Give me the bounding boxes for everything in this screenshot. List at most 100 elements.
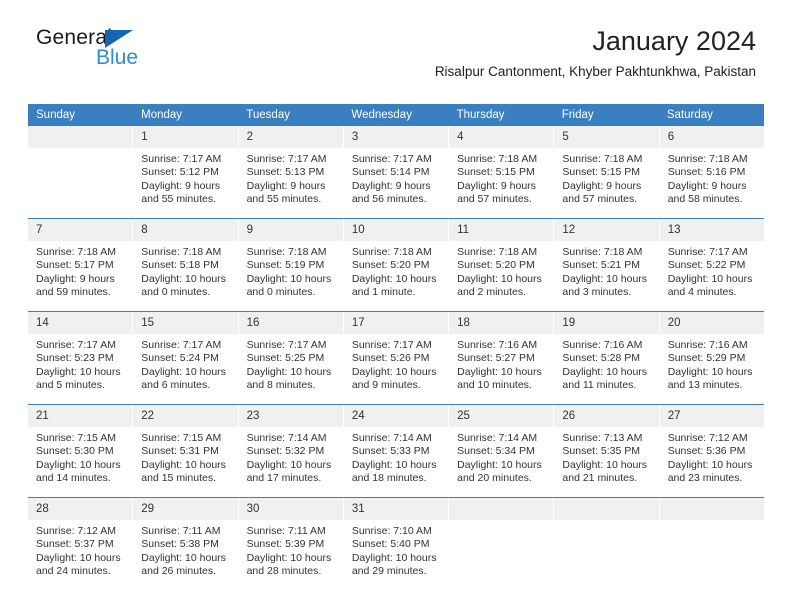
day-number: 7 [28,219,133,241]
sunrise-text: Sunrise: 7:12 AM [36,525,116,537]
sunset-text: Sunset: 5:31 PM [141,445,219,458]
day-details: Sunrise: 7:16 AM Sunset: 5:27 PM Daylight:… [449,334,553,399]
calendar-day-cell[interactable]: 18 Sunrise: 7:16 AM Sunset: 5:27 PM Dayligh… [449,312,555,404]
day-number: 13 [659,219,764,241]
calendar-day-cell[interactable]: 17 Sunrise: 7:17 AM Sunset: 5:26 PM Dayligh… [343,312,450,404]
daylight-text: Daylight: 10 hours and 26 minutes. [141,551,226,578]
day-details: Sunrise: 7:18 AM Sunset: 5:15 PM Daylight:… [554,148,658,213]
calendar-day-cell[interactable]: 11 Sunrise: 7:18 AM Sunset: 5:20 PM Dayligh… [449,219,555,311]
calendar-day-cell[interactable]: 6 Sunrise: 7:18 AM Sunset: 5:16 PM Daylight… [659,126,764,218]
sunset-text: Sunset: 5:32 PM [246,445,325,458]
sunset-text: Sunset: 5:14 PM [351,166,430,179]
daylight-text: Daylight: 10 hours and 2 minutes. [457,272,542,299]
daylight-text: Daylight: 10 hours and 8 minutes. [246,365,332,392]
sunset-text: Sunset: 5:39 PM [246,538,325,551]
day-number: 29 [133,498,238,520]
sunset-text: Sunset: 5:13 PM [246,166,325,179]
sunrise-text: Sunrise: 7:14 AM [246,432,327,444]
sunset-text: Sunset: 5:27 PM [457,352,535,365]
day-number: 28 [28,498,133,520]
daylight-text: Daylight: 10 hours and 20 minutes. [457,458,542,485]
day-details: Sunrise: 7:12 AM Sunset: 5:37 PM Daylight:… [28,520,132,585]
calendar-day-cell[interactable]: 9 Sunrise: 7:18 AM Sunset: 5:19 PM Daylight… [238,219,344,311]
day-details: Sunrise: 7:11 AM Sunset: 5:38 PM Daylight:… [133,520,237,585]
daylight-text: Daylight: 9 hours and 58 minutes. [667,179,747,206]
calendar-day-cell[interactable]: 4 Sunrise: 7:18 AM Sunset: 5:15 PM Daylight… [449,126,555,218]
calendar-day-cell[interactable]: 27 Sunrise: 7:12 AM Sunset: 5:36 PM Dayligh… [659,405,764,497]
day-details: Sunrise: 7:16 AM Sunset: 5:28 PM Daylight:… [554,334,658,399]
calendar-day-cell[interactable]: 1 Sunrise: 7:17 AM Sunset: 5:12 PM Daylight… [133,126,239,218]
calendar-day-cell[interactable]: 21 Sunrise: 7:15 AM Sunset: 5:30 PM Dayligh… [28,405,134,497]
calendar-day-cell[interactable]: 7 Sunrise: 7:18 AM Sunset: 5:17 PM Daylight… [28,219,134,311]
calendar-day-cell[interactable]: 25 Sunrise: 7:14 AM Sunset: 5:34 PM Dayligh… [449,405,555,497]
calendar-day-cell[interactable]: 29 Sunrise: 7:11 AM Sunset: 5:38 PM Dayligh… [133,498,239,590]
sunset-text: Sunset: 5:29 PM [667,352,746,365]
daylight-text: Daylight: 10 hours and 6 minutes. [141,365,226,392]
calendar-week-row: 1 Sunrise: 7:17 AM Sunset: 5:12 PM Daylight… [28,126,764,218]
daylight-text: Daylight: 10 hours and 23 minutes. [667,458,753,485]
sunrise-text: Sunrise: 7:18 AM [562,246,643,258]
day-number: 23 [238,405,343,427]
calendar-day-cell[interactable]: 8 Sunrise: 7:18 AM Sunset: 5:18 PM Daylight… [133,219,239,311]
sunset-text: Sunset: 5:15 PM [457,166,535,179]
daylight-text: Daylight: 10 hours and 0 minutes. [141,272,226,299]
sunrise-text: Sunrise: 7:17 AM [36,339,116,351]
calendar-day-cell[interactable]: 28 Sunrise: 7:12 AM Sunset: 5:37 PM Dayligh… [28,498,134,590]
calendar-day-cell[interactable]: 12 Sunrise: 7:18 AM Sunset: 5:21 PM Dayligh… [554,219,660,311]
weekday-header-sunday: Sunday [36,109,76,121]
sunset-text: Sunset: 5:28 PM [562,352,641,365]
calendar-grid: Sunday Monday Tuesday Wednesday Thursday Frid… [28,104,764,590]
daylight-text: Daylight: 10 hours and 28 minutes. [246,551,332,578]
day-number [449,498,554,520]
daylight-text: Daylight: 9 hours and 57 minutes. [457,179,536,206]
calendar-day-cell[interactable]: 3 Sunrise: 7:17 AM Sunset: 5:14 PM Daylight… [343,126,450,218]
day-number: 15 [133,312,238,334]
day-details: Sunrise: 7:12 AM Sunset: 5:36 PM Daylight:… [660,427,764,492]
day-details: Sunrise: 7:17 AM Sunset: 5:13 PM Daylight:… [239,148,343,213]
day-number: 6 [659,126,764,148]
calendar-day-cell[interactable]: 14 Sunrise: 7:17 AM Sunset: 5:23 PM Dayligh… [28,312,134,404]
sunset-text: Sunset: 5:35 PM [562,445,641,458]
sunset-text: Sunset: 5:20 PM [457,259,535,272]
sunset-text: Sunset: 5:38 PM [141,538,219,551]
calendar-week-row: 14 Sunrise: 7:17 AM Sunset: 5:23 PM Dayligh… [28,311,764,404]
sunset-text: Sunset: 5:15 PM [562,166,641,179]
day-details: Sunrise: 7:13 AM Sunset: 5:35 PM Daylight:… [554,427,658,492]
daylight-text: Daylight: 10 hours and 10 minutes. [457,365,542,392]
daylight-text: Daylight: 10 hours and 24 minutes. [36,551,121,578]
calendar-day-cell[interactable]: 30 Sunrise: 7:11 AM Sunset: 5:39 PM Dayligh… [238,498,344,590]
calendar-day-cell[interactable]: 15 Sunrise: 7:17 AM Sunset: 5:24 PM Dayligh… [133,312,239,404]
sunset-text: Sunset: 5:40 PM [351,538,430,551]
day-number: 5 [554,126,659,148]
sunset-text: Sunset: 5:19 PM [246,259,325,272]
daylight-text: Daylight: 10 hours and 9 minutes. [351,365,437,392]
calendar-week-row: 21 Sunrise: 7:15 AM Sunset: 5:30 PM Dayligh… [28,404,764,497]
daylight-text: Daylight: 10 hours and 18 minutes. [351,458,437,485]
calendar-day-cell[interactable]: 19 Sunrise: 7:16 AM Sunset: 5:28 PM Dayligh… [554,312,660,404]
calendar-day-cell[interactable]: 13 Sunrise: 7:17 AM Sunset: 5:22 PM Dayligh… [659,219,764,311]
calendar-day-cell[interactable]: 31 Sunrise: 7:10 AM Sunset: 5:40 PM Dayligh… [343,498,450,590]
sunrise-text: Sunrise: 7:12 AM [667,432,748,444]
calendar-day-cell[interactable]: 20 Sunrise: 7:16 AM Sunset: 5:29 PM Dayligh… [659,312,764,404]
sunset-text: Sunset: 5:26 PM [351,352,430,365]
calendar-day-cell[interactable]: 16 Sunrise: 7:17 AM Sunset: 5:25 PM Dayligh… [238,312,344,404]
day-details: Sunrise: 7:18 AM Sunset: 5:17 PM Daylight:… [28,241,132,306]
day-details: Sunrise: 7:14 AM Sunset: 5:33 PM Daylight:… [344,427,448,492]
calendar-day-cell[interactable]: 24 Sunrise: 7:14 AM Sunset: 5:33 PM Dayligh… [343,405,450,497]
sunrise-text: Sunrise: 7:18 AM [246,246,327,258]
daylight-text: Daylight: 9 hours and 56 minutes. [351,179,431,206]
sunrise-text: Sunrise: 7:15 AM [141,432,222,444]
day-details: Sunrise: 7:17 AM Sunset: 5:24 PM Daylight:… [133,334,237,399]
calendar-day-cell[interactable]: 2 Sunrise: 7:17 AM Sunset: 5:13 PM Daylight… [238,126,344,218]
calendar-day-cell[interactable]: 5 Sunrise: 7:18 AM Sunset: 5:15 PM Daylight… [554,126,660,218]
calendar-day-cell[interactable]: 23 Sunrise: 7:14 AM Sunset: 5:32 PM Dayligh… [238,405,344,497]
calendar-day-cell[interactable]: 26 Sunrise: 7:13 AM Sunset: 5:35 PM Dayligh… [554,405,660,497]
sunset-text: Sunset: 5:21 PM [562,259,641,272]
calendar-day-cell[interactable]: 10 Sunrise: 7:18 AM Sunset: 5:20 PM Dayligh… [343,219,450,311]
day-details: Sunrise: 7:18 AM Sunset: 5:16 PM Daylight:… [660,148,764,213]
daylight-text: Daylight: 10 hours and 29 minutes. [351,551,437,578]
day-number [554,498,659,520]
calendar-day-cell[interactable]: 22 Sunrise: 7:15 AM Sunset: 5:31 PM Dayligh… [133,405,239,497]
calendar-week-row: 7 Sunrise: 7:18 AM Sunset: 5:17 PM Daylight… [28,218,764,311]
weekday-header-wednesday: Wednesday [351,109,412,121]
